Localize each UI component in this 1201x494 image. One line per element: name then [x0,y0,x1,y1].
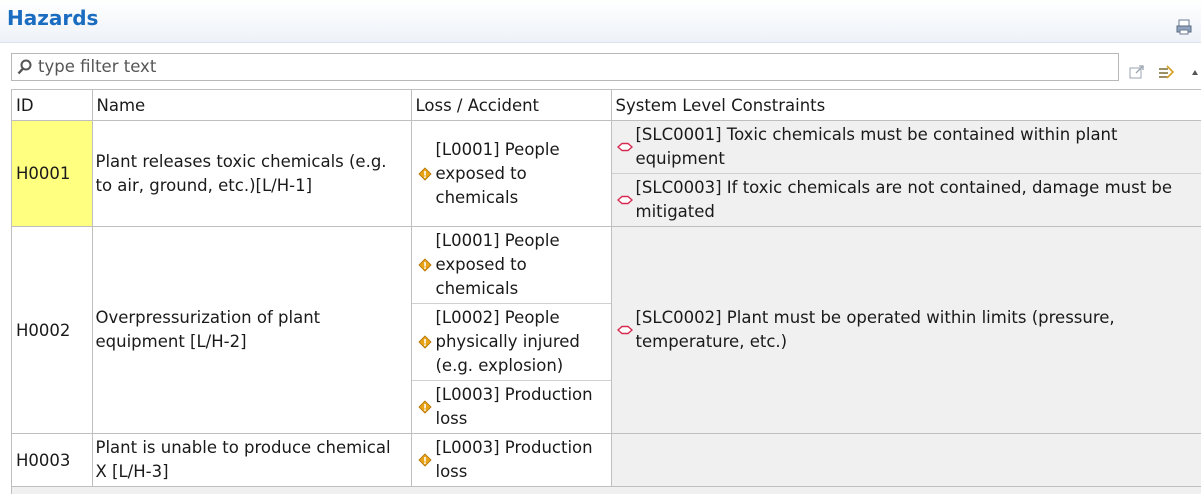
loss-item[interactable]: [L0003] Production loss [412,380,611,433]
loss-item[interactable]: [L0001] People exposed to chemicals [412,227,611,303]
constraint-item[interactable]: [SLC0003] If toxic chemicals are not con… [612,173,1201,226]
constraint-text: [SLC0003] If toxic chemicals are not con… [636,176,1198,224]
column-header-name[interactable]: Name [92,90,411,121]
loss-cell[interactable]: [L0001] People exposed to chemicals [L00… [411,227,611,434]
warning-diamond-icon [416,452,434,468]
constraint-link-icon [616,192,634,208]
loss-cell[interactable]: [L0003] Production loss [411,434,611,487]
column-header-constraints[interactable]: System Level Constraints [611,90,1201,121]
hazard-id-cell[interactable]: H0003 [12,434,92,487]
loss-text: [L0003] Production loss [436,383,607,431]
hazard-name-cell[interactable]: Plant releases toxic chemicals (e.g. to … [92,121,411,227]
filter-input[interactable]: type filter text [11,53,1119,81]
view-header: Hazards [0,0,1201,43]
hazard-name-cell[interactable]: Overpressurization of plant equipment [L… [92,227,411,434]
constraints-cell[interactable]: [SLC0002] Plant must be operated within … [611,227,1201,434]
table-row[interactable]: H0002 Overpressurization of plant equipm… [12,227,1201,434]
loss-text: [L0001] People exposed to chemicals [436,138,607,210]
constraint-text: [SLC0002] Plant must be operated within … [636,306,1198,354]
constraint-item[interactable]: [SLC0001] Toxic chemicals must be contai… [612,121,1201,173]
warning-diamond-icon [416,166,434,182]
open-editor-icon[interactable] [1128,63,1146,81]
hazards-table: ID Name Loss / Accident System Level Con… [11,89,1201,494]
print-icon[interactable] [1175,18,1193,36]
sync-icon[interactable] [1157,63,1175,81]
constraint-item[interactable]: [SLC0002] Plant must be operated within … [612,304,1201,356]
loss-item[interactable]: [L0002] People physically injured (e.g. … [412,303,611,380]
loss-cell[interactable]: [L0001] People exposed to chemicals [411,121,611,227]
hazard-id-cell[interactable]: H0001 [12,121,92,227]
filter-placeholder: type filter text [38,57,156,76]
column-header-id[interactable]: ID [12,90,92,121]
constraint-link-icon [616,139,634,155]
constraint-text: [SLC0001] Toxic chemicals must be contai… [636,123,1198,171]
loss-text: [L0001] People exposed to chemicals [436,229,607,301]
hazard-name-cell[interactable]: Plant is unable to produce chemical X [L… [92,434,411,487]
magnifier-icon [16,58,34,76]
constraint-link-icon [616,322,634,338]
view-title: Hazards [7,6,98,30]
constraints-cell[interactable] [611,434,1201,487]
constraints-cell[interactable]: [SLC0001] Toxic chemicals must be contai… [611,121,1201,227]
loss-text: [L0003] Production loss [436,436,607,484]
loss-item[interactable]: [L0001] People exposed to chemicals [412,136,611,212]
table-row[interactable]: H0001 Plant releases toxic chemicals (e.… [12,121,1201,227]
warning-diamond-icon [416,257,434,273]
warning-diamond-icon [416,399,434,415]
hazard-id-cell[interactable]: H0002 [12,227,92,434]
loss-text: [L0002] People physically injured (e.g. … [436,306,607,378]
warning-diamond-icon [416,334,434,350]
view-menu-icon[interactable] [1189,63,1201,81]
loss-item[interactable]: [L0003] Production loss [412,434,611,486]
table-row[interactable]: H0003 Plant is unable to produce chemica… [12,434,1201,487]
column-header-loss[interactable]: Loss / Accident [411,90,611,121]
